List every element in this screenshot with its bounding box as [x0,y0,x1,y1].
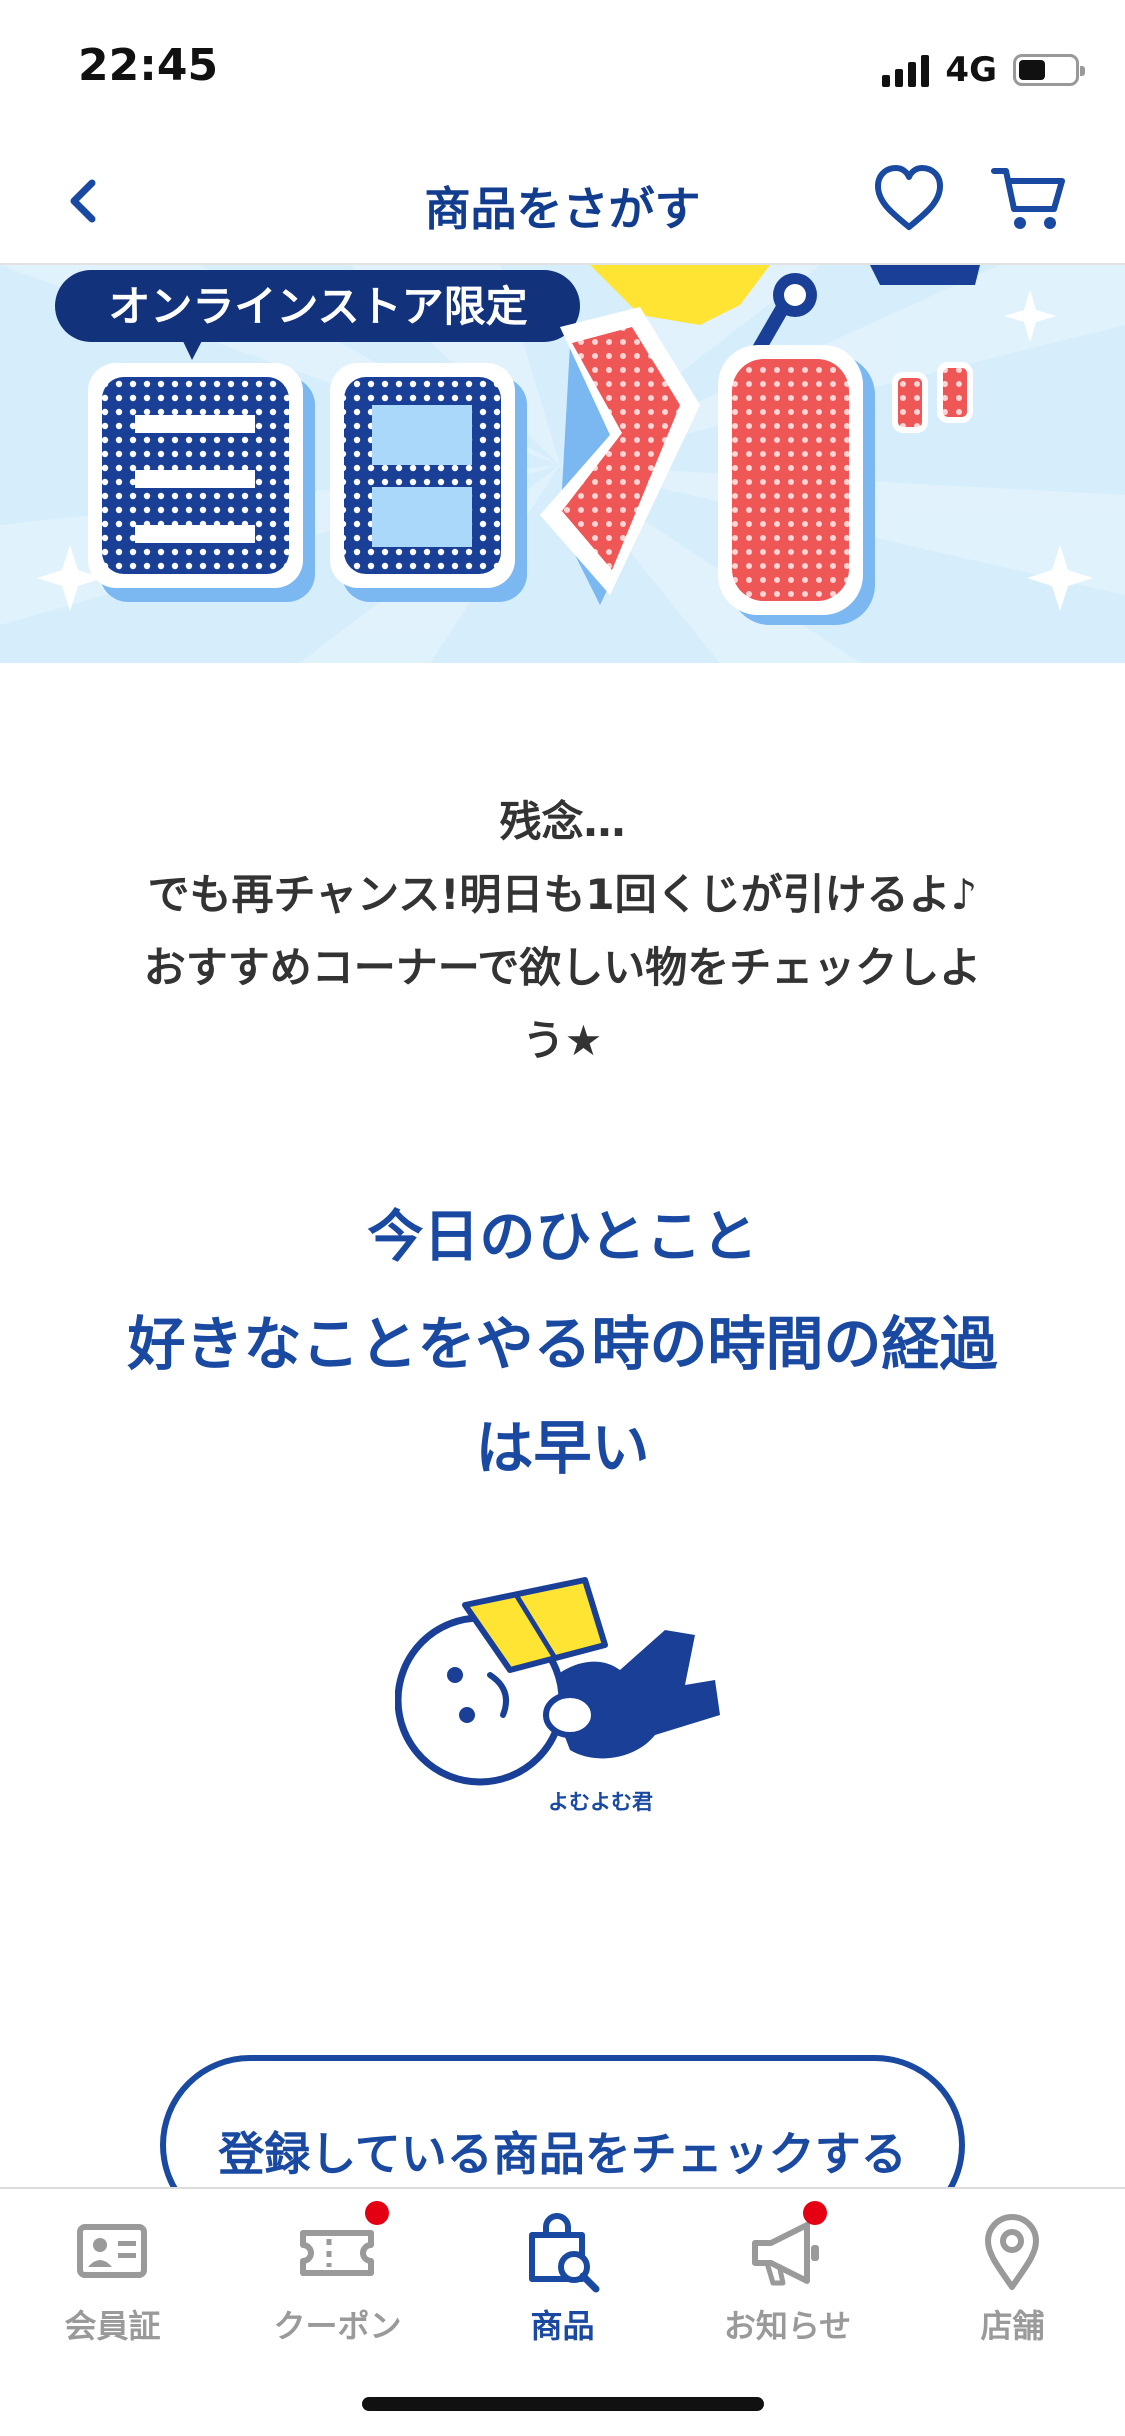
heart-icon [875,165,943,230]
message-line: う★ [522,1016,603,1065]
banner-tag-text: オンラインストア限定 [108,283,527,330]
status-indicators: 4G [882,50,1085,90]
tab-label: 商品 [530,2307,595,2345]
tab-label: 店舗 [980,2307,1045,2345]
daily-phrase: 今日のひとこと 好きなことをやる時の時間の経過 は早い [50,1198,1075,1500]
nav-header: 商品をさがす [0,135,1125,265]
status-bar: 22:45 4G [0,0,1125,135]
coupon-icon [300,2230,374,2276]
favorites-button[interactable] [872,163,946,235]
bottom-tab-bar: 会員証 クーポン 商品 お知らせ 店舗 [0,2187,1125,2436]
network-label: 4G [945,50,997,90]
character-name: よむよむ君 [548,1790,653,1814]
tab-coupon[interactable]: クーポン [225,2189,450,2359]
cart-button[interactable] [990,163,1070,235]
battery-icon [1013,54,1085,86]
daily-phrase-line: 好きなことをやる時の時間の経過 [127,1310,998,1378]
daily-phrase-title: 今日のひとこと [367,1205,758,1270]
page-title: 商品をさがす [424,182,701,236]
message-line: でも再チャンス!明日も1回くじが引けるよ♪ [147,870,978,919]
coupon-notification-badge [365,2201,389,2225]
tab-label: 会員証 [64,2307,161,2345]
daily-lottery-banner: オンラインストア限定 [0,265,1125,663]
tab-label: お知らせ [723,2307,852,2345]
daily-phrase-line: は早い [475,1414,650,1482]
shopping-bag-search-icon [529,2213,600,2293]
cart-icon [991,168,1065,229]
home-indicator [362,2397,764,2411]
tab-stores[interactable]: 店舗 [900,2189,1125,2359]
signal-icon [882,53,930,87]
status-time: 22:45 [78,40,219,91]
reading-character-illustration [395,1577,720,1786]
tab-notices[interactable]: お知らせ [675,2189,900,2359]
member-card-icon [77,2224,147,2278]
daily-phrase-text: 好きなことをやる時の時間の経過 は早い [50,1292,1075,1500]
notice-notification-badge [803,2201,827,2225]
message-line: 残念… [499,797,626,846]
check-button-label: 登録している商品をチェックする [218,2127,907,2181]
tab-products[interactable]: 商品 [450,2189,675,2359]
message-line: おすすめコーナーで欲しい物をチェックしよ [143,943,982,992]
tab-member-card[interactable]: 会員証 [0,2189,225,2359]
result-message: 残念… でも再チャンス!明日も1回くじが引けるよ♪ おすすめコーナーで欲しい物を… [60,785,1065,1077]
tab-label: クーポン [273,2307,402,2345]
location-pin-icon [985,2214,1039,2290]
